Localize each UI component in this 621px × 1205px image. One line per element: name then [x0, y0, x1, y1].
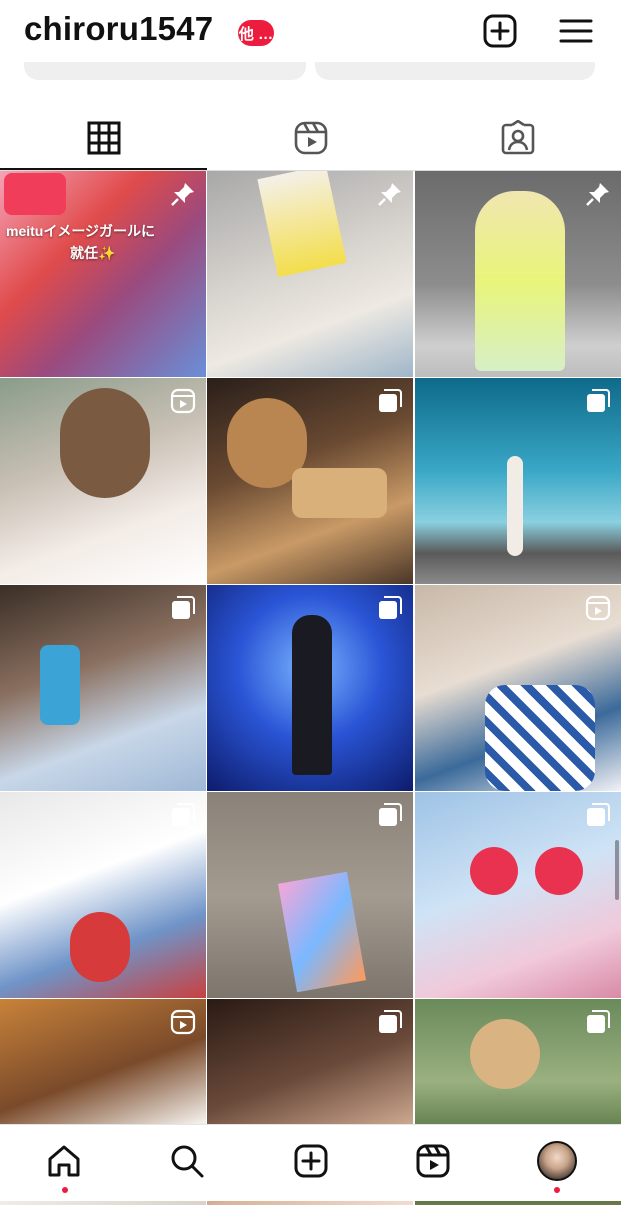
carousel-icon: [379, 1010, 402, 1033]
notification-badge[interactable]: 他 …: [238, 20, 274, 46]
scrollbar[interactable]: [615, 840, 619, 900]
post-thumbnail[interactable]: [415, 378, 621, 584]
carousel-icon: [379, 389, 402, 412]
create-button[interactable]: [481, 12, 519, 50]
pin-icon: [586, 183, 609, 206]
carousel-icon: [172, 596, 195, 619]
nav-home[interactable]: [42, 1139, 86, 1183]
carousel-icon: [379, 803, 402, 826]
tab-posts[interactable]: [0, 108, 207, 170]
profile-action-button[interactable]: [315, 62, 595, 80]
post-thumbnail[interactable]: [0, 378, 206, 584]
post-thumbnail[interactable]: [207, 171, 413, 377]
post-thumbnail[interactable]: [207, 378, 413, 584]
carousel-icon: [172, 803, 195, 826]
pin-icon: [378, 183, 401, 206]
bottom-nav: [0, 1124, 621, 1201]
reel-icon: [170, 388, 196, 414]
carousel-icon: [587, 389, 610, 412]
post-caption: 就任✨: [70, 245, 116, 261]
reel-icon: [170, 1009, 196, 1035]
carousel-icon: [587, 1010, 610, 1033]
pin-icon: [171, 183, 194, 206]
home-icon: [48, 1145, 80, 1177]
meitu-logo: [4, 173, 66, 215]
nav-create[interactable]: [289, 1139, 333, 1183]
username-title[interactable]: chiroru1547: [24, 10, 213, 48]
post-thumbnail[interactable]: [207, 792, 413, 998]
plus-square-icon: [483, 14, 517, 48]
tab-tagged[interactable]: [414, 108, 621, 168]
profile-notification-dot: [554, 1187, 560, 1193]
tagged-person-icon: [501, 120, 534, 155]
tab-reels[interactable]: [207, 108, 414, 168]
post-thumbnail[interactable]: [415, 585, 621, 791]
menu-button[interactable]: [557, 12, 595, 50]
profile-action-button[interactable]: [24, 62, 306, 80]
post-thumbnail[interactable]: [207, 585, 413, 791]
post-thumbnail[interactable]: [0, 792, 206, 998]
reels-icon: [294, 121, 327, 155]
reels-icon: [416, 1144, 450, 1178]
post-thumbnail[interactable]: [415, 171, 621, 377]
carousel-icon: [379, 596, 402, 619]
profile-tabs: [0, 108, 621, 171]
post-thumbnail[interactable]: meituイメージガールに 就任✨: [0, 171, 206, 377]
post-caption: meituイメージガールに: [6, 223, 156, 239]
profile-header: chiroru1547 他 …: [0, 0, 621, 66]
post-thumbnail[interactable]: [0, 585, 206, 791]
post-thumbnail[interactable]: [415, 792, 621, 998]
create-icon: [294, 1144, 328, 1178]
nav-reels[interactable]: [411, 1139, 455, 1183]
hamburger-menu-icon: [559, 19, 593, 43]
nav-search[interactable]: [165, 1139, 209, 1183]
nav-profile[interactable]: [535, 1139, 579, 1183]
reel-icon: [585, 595, 611, 621]
home-notification-dot: [62, 1187, 68, 1193]
carousel-icon: [587, 803, 610, 826]
grid-icon: [87, 121, 120, 155]
search-icon: [171, 1145, 204, 1178]
profile-avatar: [537, 1141, 577, 1181]
